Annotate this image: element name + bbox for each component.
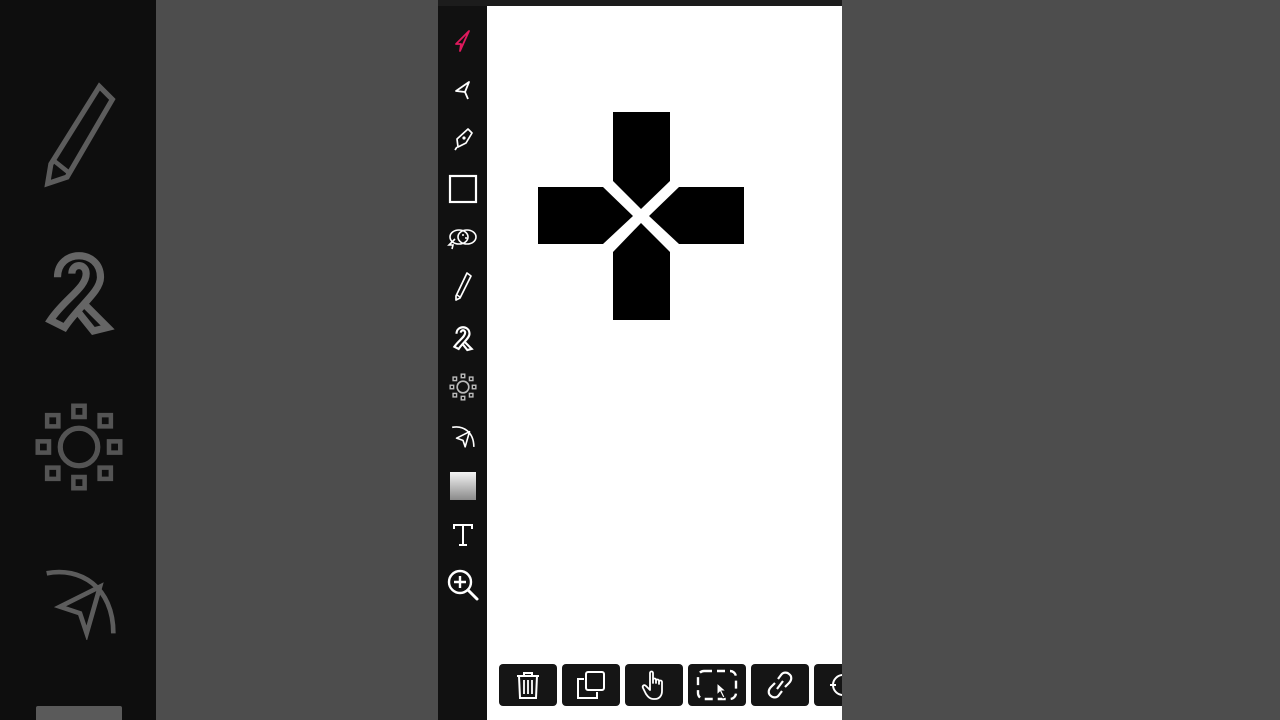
ghost-pattern-icon (34, 402, 124, 492)
ghost-bend-icon (40, 560, 120, 640)
text-tool[interactable] (444, 516, 482, 554)
shape-builder-tool[interactable] (444, 219, 482, 257)
hand-select-button[interactable] (625, 664, 683, 706)
duplicate-button[interactable] (562, 664, 620, 706)
more-options-button[interactable] (814, 664, 842, 706)
ghost-ribbon-icon (36, 240, 122, 336)
plus-cross-shape[interactable] (537, 111, 745, 326)
bend-tool[interactable] (444, 417, 482, 455)
selection-tool[interactable] (444, 22, 482, 60)
drawing-canvas[interactable] (487, 6, 842, 720)
hand-pointer-icon (640, 669, 668, 701)
bend-tool-icon (450, 423, 476, 449)
gradient-icon (449, 471, 477, 501)
pencil-icon (452, 271, 474, 303)
text-icon (451, 522, 475, 548)
background-ghost-toolbar (0, 0, 156, 720)
pattern-icon (449, 373, 477, 401)
more-icon (828, 670, 842, 700)
duplicate-icon (576, 670, 606, 700)
ghost-pencil-icon (40, 80, 120, 190)
pen-tool[interactable] (444, 120, 482, 158)
ribbon-brush-tool[interactable] (444, 318, 482, 356)
dashed-select-icon (695, 668, 739, 702)
pencil-tool[interactable] (444, 268, 482, 306)
tool-sidebar (438, 6, 487, 720)
pen-nib-icon (452, 126, 474, 152)
selection-arrow-icon (452, 29, 474, 53)
pattern-tool[interactable] (444, 368, 482, 406)
trash-icon (514, 670, 542, 700)
ghost-bottom-bar (36, 706, 122, 720)
marquee-select-button[interactable] (688, 664, 746, 706)
link-icon (763, 671, 797, 699)
rectangle-tool[interactable] (444, 170, 482, 208)
link-button[interactable] (751, 664, 809, 706)
direct-select-tool[interactable] (444, 71, 482, 109)
ribbon-brush-icon (450, 322, 476, 352)
gradient-tool[interactable] (444, 467, 482, 505)
delete-button[interactable] (499, 664, 557, 706)
drawing-app (438, 0, 842, 720)
zoom-icon (446, 568, 480, 602)
shape-builder-icon (447, 225, 479, 251)
zoom-tool[interactable] (444, 566, 482, 604)
direct-select-icon (452, 79, 474, 101)
rectangle-icon (448, 174, 478, 204)
object-action-bar (499, 664, 842, 708)
